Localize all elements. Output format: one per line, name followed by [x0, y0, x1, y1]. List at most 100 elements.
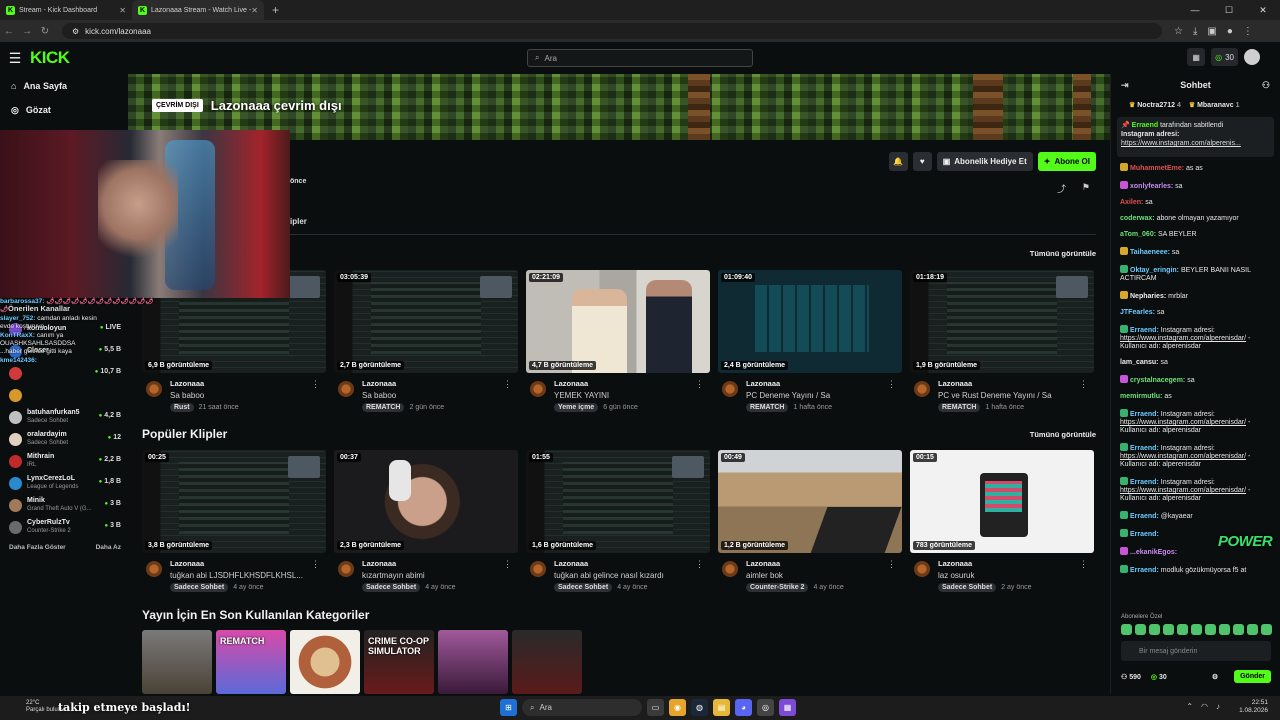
- more-options-icon[interactable]: ⋮: [695, 559, 704, 570]
- more-options-icon[interactable]: ⋮: [695, 379, 704, 390]
- tab-clips-fragment[interactable]: ipler: [290, 217, 307, 226]
- chat-message[interactable]: coderwax: abone olmayan yazamıyor: [1120, 215, 1271, 223]
- follow-heart-button[interactable]: ♥: [912, 152, 932, 171]
- chrome-icon[interactable]: ◉: [669, 699, 686, 716]
- video-card[interactable]: 03:05:39 2,7 B görüntüleme Lazonaaa Sa babo…: [334, 270, 518, 412]
- chat-username[interactable]: Nepharies:: [1130, 293, 1166, 300]
- card-title[interactable]: Sa baboo: [170, 391, 320, 400]
- chat-username[interactable]: Erraend:: [1130, 479, 1159, 486]
- back-icon[interactable]: ←: [0, 26, 18, 37]
- taskbar-search[interactable]: ⌕ Ara: [522, 699, 642, 716]
- card-title[interactable]: PC ve Rust Deneme Yayını / Sa: [938, 391, 1088, 400]
- reload-icon[interactable]: ↻: [36, 26, 54, 37]
- category-card[interactable]: CRIME CO-OP SIMULATOR: [364, 630, 434, 694]
- minimize-icon[interactable]: —: [1178, 0, 1212, 20]
- category-tag[interactable]: Sadece Sohbet: [554, 583, 613, 592]
- chat-message[interactable]: Nepharies: mrblar: [1120, 291, 1271, 301]
- chat-username[interactable]: crystalnacegem:: [1130, 377, 1185, 384]
- close-tab-icon[interactable]: ✕: [251, 6, 258, 15]
- chat-username[interactable]: memirmutlu:: [1120, 393, 1162, 400]
- chat-message[interactable]: Erraend: Instagram adresi: https://www.in…: [1120, 477, 1271, 503]
- sidebar-channel[interactable]: oralardayim Sadece Sohbet 12: [9, 428, 121, 450]
- card-channel-name[interactable]: Lazonaaa: [170, 559, 326, 568]
- show-more-button[interactable]: Daha Fazla Göster: [9, 544, 66, 551]
- chat-message[interactable]: Axilen: sa: [1120, 199, 1271, 207]
- chat-link[interactable]: https://www.instagram.com/alperenisdar/: [1120, 453, 1246, 460]
- maximize-icon[interactable]: ☐: [1212, 0, 1246, 20]
- emote-icon[interactable]: [1135, 624, 1146, 635]
- card-title[interactable]: kızartmayın abimi: [362, 571, 512, 580]
- menu-dots-icon[interactable]: ⋮: [1243, 26, 1253, 37]
- emote-icon[interactable]: [1163, 624, 1174, 635]
- chat-message[interactable]: memirmutlu: as: [1120, 393, 1271, 401]
- hamburger-menu-icon[interactable]: ☰: [0, 50, 30, 67]
- sidebar-channel[interactable]: Minik Grand Theft Auto V (G... 3 B: [9, 494, 121, 516]
- profile-icon[interactable]: ●: [1227, 26, 1233, 37]
- category-card[interactable]: [290, 630, 360, 694]
- card-title[interactable]: YEMEK YAYINI: [554, 391, 704, 400]
- discord-icon[interactable]: ◕: [735, 699, 752, 716]
- emote-icon[interactable]: [1261, 624, 1272, 635]
- more-options-icon[interactable]: ⋮: [311, 379, 320, 390]
- obs-icon[interactable]: ◎: [757, 699, 774, 716]
- more-options-icon[interactable]: ⋮: [887, 559, 896, 570]
- sidebar-channel[interactable]: Mithrain IRL 2,2 B: [9, 450, 121, 472]
- channel-avatar[interactable]: [338, 561, 354, 577]
- file-explorer-icon[interactable]: ▤: [713, 699, 730, 716]
- chat-username[interactable]: ...ekanikEgos:: [1130, 549, 1177, 556]
- leaderboard-entry[interactable]: ♛ Mbaranavc 1: [1189, 101, 1240, 109]
- card-title[interactable]: laz osuruk: [938, 571, 1088, 580]
- chat-message[interactable]: Erraend: Instagram adresi: https://www.in…: [1120, 325, 1271, 351]
- search-input[interactable]: ⌕ Ara: [527, 49, 753, 67]
- thumbnail[interactable]: 00:37 2,3 B görüntüleme: [334, 450, 518, 553]
- category-tag[interactable]: Sadece Sohbet: [170, 583, 229, 592]
- thumbnail[interactable]: 01:55 1,6 B görüntüleme: [526, 450, 710, 553]
- collapse-chat-icon[interactable]: ⇥: [1121, 80, 1129, 91]
- extensions-icon[interactable]: ▣: [1207, 26, 1216, 37]
- channel-avatar[interactable]: [722, 561, 738, 577]
- emote-icon[interactable]: [1233, 624, 1244, 635]
- chat-message[interactable]: Taihaeneee: sa: [1120, 247, 1271, 257]
- chat-username[interactable]: Erraend:: [1130, 411, 1159, 418]
- video-card[interactable]: 02:21:09 4,7 B görüntüleme Lazonaaa YEMEK Y…: [526, 270, 710, 412]
- thumbnail[interactable]: 00:49 1,2 B görüntüleme: [718, 450, 902, 553]
- clip-card[interactable]: 00:37 2,3 B görüntüleme Lazonaaa kızartmayı…: [334, 450, 518, 592]
- emote-icon[interactable]: [1177, 624, 1188, 635]
- see-all-videos-link[interactable]: Tümünü görüntüle: [1030, 249, 1096, 258]
- category-tag[interactable]: REMATCH: [362, 403, 405, 412]
- sidebar-item-browse[interactable]: ◎ Gözat: [0, 98, 128, 122]
- channel-avatar[interactable]: [722, 381, 738, 397]
- channel-avatar[interactable]: [530, 381, 546, 397]
- chevron-up-icon[interactable]: ⌃: [1186, 702, 1193, 711]
- pinned-link[interactable]: https://www.instagram.com/alperenis...: [1121, 139, 1270, 148]
- new-tab-button[interactable]: +: [264, 0, 287, 20]
- chat-settings-icon[interactable]: ⚙: [1212, 673, 1218, 681]
- chat-message[interactable]: Erraend: @kayaear: [1120, 511, 1271, 521]
- category-tag[interactable]: REMATCH: [938, 403, 981, 412]
- chat-message[interactable]: MuhammetEme: as as: [1120, 163, 1271, 173]
- more-options-icon[interactable]: ⋮: [1079, 379, 1088, 390]
- app-icon[interactable]: ▦: [779, 699, 796, 716]
- clip-card[interactable]: 00:49 1,2 B görüntüleme Lazonaaa aimler bok…: [718, 450, 902, 592]
- more-options-icon[interactable]: ⋮: [503, 379, 512, 390]
- chat-username[interactable]: Erraend:: [1130, 531, 1159, 538]
- download-icon[interactable]: ⤓: [1193, 26, 1197, 37]
- gift-subscription-button[interactable]: ▣ Abonelik Hediye Et: [936, 152, 1033, 171]
- network-icon[interactable]: ◠: [1201, 702, 1208, 711]
- chat-username[interactable]: Erraend:: [1130, 327, 1159, 334]
- card-channel-name[interactable]: Lazonaaa: [170, 379, 326, 388]
- card-channel-name[interactable]: Lazonaaa: [554, 379, 710, 388]
- share-icon[interactable]: ⤴: [1057, 182, 1066, 195]
- notification-bell-button[interactable]: 🔔: [888, 152, 908, 171]
- user-avatar[interactable]: [1244, 49, 1260, 65]
- thumbnail[interactable]: 00:25 3,8 B görüntüleme: [142, 450, 326, 553]
- chat-username[interactable]: xonlyfearles:: [1130, 183, 1173, 190]
- category-card[interactable]: [142, 630, 212, 694]
- sidebar-channel[interactable]: batuhanfurkan5 Sadece Sohbet 4,2 B: [9, 406, 121, 428]
- close-tab-icon[interactable]: ✕: [119, 6, 126, 15]
- card-title[interactable]: tuğkan abi gelince nasıl kızardı: [554, 571, 704, 580]
- chat-message[interactable]: Erraend: modluk gözükmüyorsa f5 at: [1120, 565, 1271, 575]
- chat-message[interactable]: lam_cansu: sa: [1120, 359, 1271, 367]
- category-tag[interactable]: Yeme içme: [554, 403, 599, 412]
- sidebar-channel[interactable]: LynxCerezLoL League of Legends 1,8 B: [9, 472, 121, 494]
